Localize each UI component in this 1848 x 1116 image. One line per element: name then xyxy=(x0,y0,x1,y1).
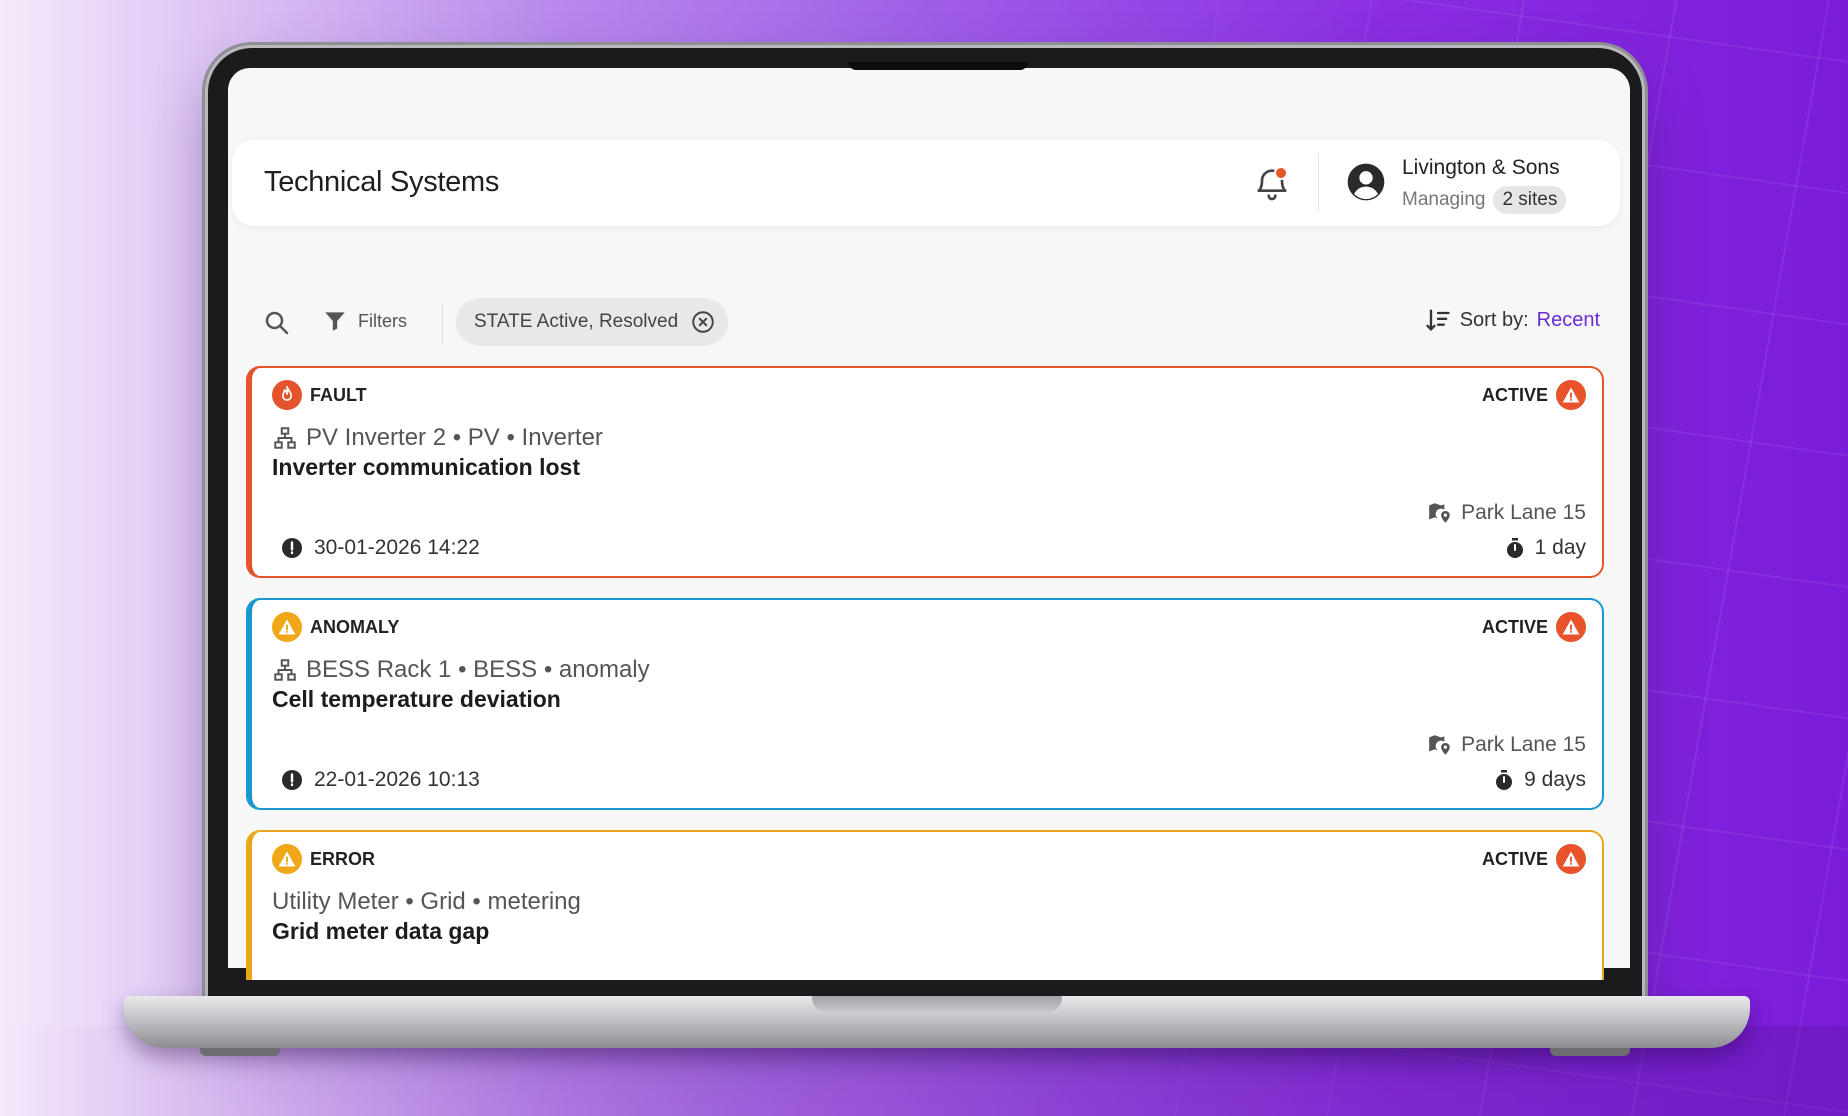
alert-site-label: Park Lane 15 xyxy=(1461,501,1586,524)
alert-state-label: ACTIVE xyxy=(1481,616,1548,637)
alert-duration: 1 day xyxy=(1503,536,1586,560)
alert-asset-label: Utility Meter • Grid • metering xyxy=(272,888,581,915)
alert-date: 22-01-2026 10:13 xyxy=(280,768,480,792)
alert-site: Park Lane 15 xyxy=(1427,500,1586,526)
state-chip-label: STATE Active, Resolved xyxy=(474,311,679,332)
alert-title: Grid meter data gap xyxy=(272,918,490,944)
filter-icon xyxy=(325,312,345,331)
warning-triangle-icon xyxy=(1556,844,1586,874)
search-icon xyxy=(265,311,289,335)
laptop-foot-left xyxy=(200,1048,280,1056)
company-name: Livington & Sons xyxy=(1402,156,1560,179)
network-icon xyxy=(274,659,296,681)
alert-type: FAULT xyxy=(272,380,367,410)
alert-duration-label: 9 days xyxy=(1524,768,1586,791)
alert-date-label: 30-01-2026 14:22 xyxy=(314,536,480,559)
alert-card-anomaly[interactable]: ANOMALY ACTIVE BESS Rack 1 • BESS • anom… xyxy=(246,598,1604,810)
alert-asset-label: PV Inverter 2 • PV • Inverter xyxy=(306,424,603,451)
notification-dot xyxy=(1274,166,1288,180)
filters-label: Filters xyxy=(358,310,407,331)
managing-info: Managing 2 sites xyxy=(1402,186,1567,214)
alert-duration: 9 days xyxy=(1492,768,1586,792)
user-avatar-icon xyxy=(1347,163,1385,201)
alert-asset: PV Inverter 2 • PV • Inverter xyxy=(272,424,603,452)
search-button[interactable] xyxy=(262,308,292,338)
exclamation-circle-icon xyxy=(282,770,302,790)
alert-type: ANOMALY xyxy=(272,612,399,642)
page-title: Technical Systems xyxy=(264,166,500,198)
flame-icon xyxy=(272,380,302,410)
alert-state-label: ACTIVE xyxy=(1481,848,1548,869)
sites-badge[interactable]: 2 sites xyxy=(1493,186,1567,214)
alert-asset-label: BESS Rack 1 • BESS • anomaly xyxy=(306,656,650,683)
managing-label: Managing xyxy=(1402,189,1486,210)
exclamation-circle-icon xyxy=(282,538,302,558)
warning-triangle-icon xyxy=(1556,380,1586,410)
timer-icon xyxy=(1496,770,1513,790)
alert-state: ACTIVE xyxy=(1482,380,1586,410)
alert-site-label: Park Lane 15 xyxy=(1461,733,1586,756)
timer-icon xyxy=(1506,538,1523,558)
alert-state: ACTIVE xyxy=(1482,844,1586,874)
alert-state: ACTIVE xyxy=(1482,612,1586,642)
alert-type-label: ERROR xyxy=(310,848,376,869)
alerts-toolbar: Filters STATE Active, Resolved Sort by: … xyxy=(256,296,1600,352)
sort-label: Sort by: xyxy=(1459,308,1529,331)
network-icon xyxy=(274,427,296,449)
alert-card-fault[interactable]: FAULT ACTIVE PV Inverter 2 • PV • Invert… xyxy=(246,366,1604,578)
toolbar-divider xyxy=(442,304,443,344)
camera-notch xyxy=(848,62,1028,70)
laptop-base-groove xyxy=(812,996,1062,1012)
alert-date: 30-01-2026 14:22 xyxy=(280,536,480,560)
warning-triangle-icon xyxy=(1556,612,1586,642)
alert-type: ERROR xyxy=(272,844,375,874)
alert-duration-label: 1 day xyxy=(1534,536,1586,559)
header-divider xyxy=(1318,154,1319,212)
alert-date-label: 22-01-2026 10:13 xyxy=(314,768,480,791)
map-pin-icon xyxy=(1429,503,1450,523)
alert-site: Park Lane 15 xyxy=(1427,732,1586,758)
sort-value[interactable]: Recent xyxy=(1537,309,1600,332)
warning-icon xyxy=(272,844,302,874)
alert-asset: BESS Rack 1 • BESS • anomaly xyxy=(272,656,650,684)
sort-icon xyxy=(1426,309,1450,331)
state-filter-chip[interactable]: STATE Active, Resolved xyxy=(456,298,729,346)
user-avatar[interactable] xyxy=(1346,162,1386,202)
sort-control[interactable]: Sort by: Recent xyxy=(1424,306,1600,334)
laptop-foot-right xyxy=(1550,1048,1630,1056)
filters-button[interactable]: Filters xyxy=(322,308,407,334)
map-pin-icon xyxy=(1429,735,1450,755)
alert-asset: Utility Meter • Grid • metering xyxy=(272,888,581,916)
alert-type-label: ANOMALY xyxy=(310,616,400,637)
notifications-button[interactable] xyxy=(1252,164,1292,204)
alert-card-error[interactable]: ERROR ACTIVE Utility Meter • Grid • mete… xyxy=(246,830,1604,980)
close-circle-icon[interactable] xyxy=(690,309,716,335)
warning-icon xyxy=(272,612,302,642)
alert-title: Inverter communication lost xyxy=(272,454,581,480)
alert-state-label: ACTIVE xyxy=(1481,384,1548,405)
app-header: Technical Systems Livington & Sons Manag… xyxy=(232,140,1620,226)
alert-title: Cell temperature deviation xyxy=(272,686,561,712)
alert-type-label: FAULT xyxy=(310,384,367,405)
